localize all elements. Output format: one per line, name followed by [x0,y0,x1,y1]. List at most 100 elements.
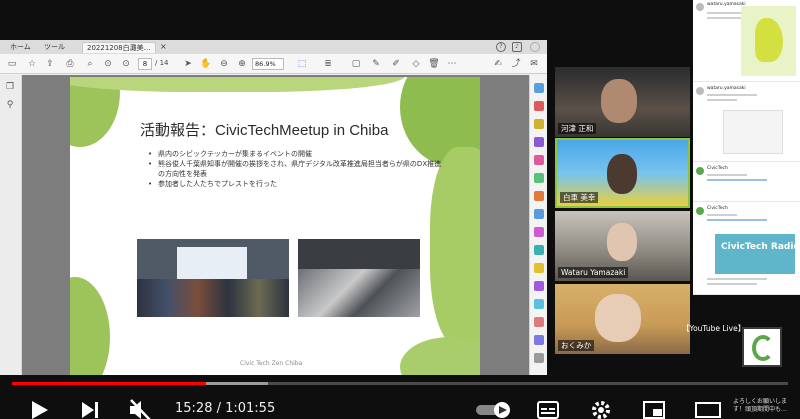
print-prod-icon[interactable] [534,335,544,345]
participant-tile[interactable]: おくみか [555,284,690,354]
page-down-icon[interactable]: ⊙ [120,58,132,70]
event-photo-workshop [298,239,420,317]
logo-c-shape [752,335,774,361]
organize-icon[interactable] [534,191,544,201]
tweet-text-line [707,214,737,216]
miniplayer-icon[interactable] [643,400,665,419]
slide-bullets: 県内のシビックテッカーが集まるイベントの開催 熊谷俊人千葉県知事が開催の挨拶をさ… [148,149,448,189]
trash-icon[interactable]: 🗑 [428,58,440,70]
slide-footer: Civic Tech Zen Chiba [240,360,303,367]
help-icon[interactable]: ? [496,42,506,52]
erase-icon[interactable]: ◇ [410,58,422,70]
radio-card[interactable]: CivicTech Radio [715,234,800,274]
tab-document[interactable]: 20221208白灘美… [82,42,156,53]
tweet[interactable]: wataru.yamasaki [693,84,800,162]
fit-page-icon[interactable]: ⬚ [296,58,308,70]
tweet-author: CivicTech [707,206,728,211]
participant-face [607,154,637,194]
event-photo-group [137,239,289,317]
settings-gear-icon[interactable] [590,399,612,419]
tweet-author: CivicTech [707,166,728,171]
protect-icon[interactable] [534,245,544,255]
play-icon[interactable] [28,399,50,419]
comment-tool-icon[interactable] [534,155,544,165]
measure-icon[interactable] [534,317,544,327]
create-pdf-icon[interactable] [534,137,544,147]
autoplay-toggle[interactable] [475,401,511,419]
subtitles-icon[interactable] [537,400,559,419]
participant-name: 白車 美幸 [560,192,599,203]
tweet-text-line [707,174,747,176]
tweet-text-line [707,99,737,101]
avatar [696,87,704,95]
fill-sign-icon[interactable] [534,263,544,273]
tweet-text-line [707,17,741,19]
list-item: 参加者した人たちでプレストを行った [148,179,448,189]
share-icon[interactable]: ⤴ [510,58,522,70]
participant-name: Wataru Yamazaki [558,267,629,278]
tweet-author: wataru.yamasaki [707,86,746,91]
pen-icon[interactable]: ✎ [370,58,382,70]
new-file-icon[interactable]: ▭ [6,58,18,70]
pages-icon[interactable]: ❐ [4,81,16,93]
tweet[interactable]: wataru.yamasaki [693,0,800,82]
photo-ceiling [298,239,420,269]
pdf-right-tool-rail [529,75,547,375]
avatar[interactable] [530,42,540,52]
progress-bar[interactable] [12,382,788,385]
scroll-mode-icon[interactable]: ≣ [322,58,334,70]
compress-icon[interactable] [534,209,544,219]
bell-icon[interactable]: ♪ [512,42,522,52]
sign-icon[interactable]: ✍ [492,58,504,70]
theater-mode-icon[interactable] [695,402,721,418]
slide-title: 活動報告：CivicTechMeetup in Chiba [140,122,389,139]
tweet[interactable]: CivicTech CivicTech Radio [693,204,800,295]
scan-icon[interactable] [534,299,544,309]
tweet-text-line [707,94,757,96]
participant-tile-active[interactable]: 白車 美幸 [555,138,690,208]
zoom-select[interactable]: 86.9% [252,58,284,70]
pdf-viewer-window: ホーム ツール 20221208白灘美… × ? ♪ ▭ ☆ ⇪ ⎙ ⌕ ⊙ ⊙… [0,40,547,375]
select-cursor-icon[interactable]: ➤ [182,58,194,70]
more-icon[interactable]: ⋯ [446,58,458,70]
highlighter-icon[interactable]: ✐ [390,58,402,70]
edit-pdf-icon[interactable] [534,119,544,129]
tab-home[interactable]: ホーム [6,42,35,53]
slide-page: 活動報告：CivicTechMeetup in Chiba 県内のシビックテッカ… [70,77,480,375]
tab-tools[interactable]: ツール [40,42,69,53]
decorative-blob [70,277,110,375]
combine-icon[interactable] [534,173,544,183]
comment-icon[interactable]: ▢ [350,58,362,70]
star-icon[interactable]: ☆ [26,58,38,70]
redact-icon[interactable] [534,227,544,237]
page-number-input[interactable]: 8 [138,58,152,70]
tweet[interactable]: CivicTech [693,164,800,202]
avatar [696,3,704,11]
close-icon[interactable]: × [160,42,167,51]
page-up-icon[interactable]: ⊙ [102,58,114,70]
twitter-feed: wataru.yamasaki wataru.yamasaki CivicTec… [693,0,800,295]
decorative-blob [400,337,480,375]
upload-icon[interactable]: ⇪ [44,58,56,70]
zoom-out-icon[interactable]: ⊖ [218,58,230,70]
photo-table [298,269,420,317]
photo-people [137,279,289,317]
search-icon[interactable] [534,83,544,93]
pdf-tab-bar: ホーム ツール 20221208白灘美… × ? ♪ [0,40,547,54]
email-icon[interactable]: ✉ [528,58,540,70]
hand-icon[interactable]: ✋ [200,58,212,70]
print-icon[interactable]: ⎙ [64,58,76,70]
next-icon[interactable] [80,400,100,419]
youtube-live-label: 【YouTube Live】 [682,324,746,333]
participant-face [601,79,637,123]
attachment-icon[interactable]: ⚲ [4,99,16,111]
participant-tile[interactable]: 河津 正和 [555,67,690,137]
participant-tile[interactable]: Wataru Yamazaki [555,211,690,281]
zoom-in-icon[interactable]: ⊕ [236,58,248,70]
zoom-search-icon[interactable]: ⌕ [84,58,96,70]
export-pdf-icon[interactable] [534,101,544,111]
send-icon[interactable] [534,281,544,291]
more-tools-icon[interactable] [534,353,544,363]
mute-icon[interactable] [128,399,152,419]
tweet-map-image [741,6,796,76]
